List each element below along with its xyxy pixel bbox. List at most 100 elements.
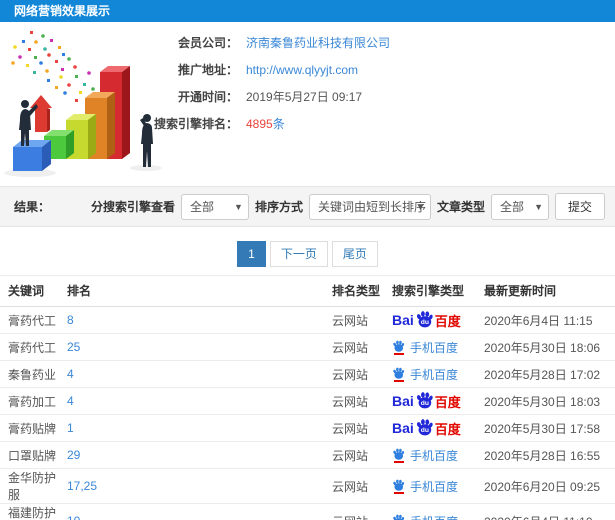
update-time-cell: 2020年5月28日 17:02 [484,360,615,388]
keyword-cell: 秦鲁药业 [0,360,67,388]
pagination: 1 下一页 尾页 [0,241,615,267]
article-type-select[interactable]: 全部 ▼ [490,193,549,220]
update-time-cell: 2020年5月30日 18:03 [484,387,615,415]
engine-filter-select[interactable]: 全部 ▼ [180,193,249,220]
rank-link[interactable]: 4 [67,367,74,381]
baidu-paw-icon [392,340,405,355]
table-row: 福建防护服 10 云网站 手机百度 2020年6月4日 11:10 [0,503,615,520]
rank-link[interactable]: 29 [67,448,80,462]
table-row: 金华防护服 17,25 云网站 手机百度 2020年6月20日 09:25 [0,468,615,504]
engine-cell: Bai du 百度 [392,306,484,334]
baidu-mobile-logo[interactable]: 手机百度 [392,366,458,383]
rank-link[interactable]: 10 [67,514,80,520]
baidu-paw-icon [392,448,405,463]
baidu-mobile-logo[interactable]: 手机百度 [392,513,458,520]
next-page-button[interactable]: 下一页 [269,241,328,267]
keyword-cell: 口罩贴牌 [0,441,67,469]
article-type-value: 全部 [499,199,524,214]
submit-button[interactable]: 提交 [554,193,605,220]
baidu-du-text: du [421,400,429,407]
baidu-paw-icon: du [416,419,433,436]
baidu-mobile-label: 手机百度 [410,340,459,355]
chevron-down-icon: ▼ [416,201,425,212]
table-row: 膏药代工 8 云网站 Bai du 百度 2020年6月4日 11:15 [0,306,615,334]
baidu-pc-logo[interactable]: Bai du 百度 [392,311,461,330]
header-keyword: 关键词 [0,275,67,307]
baidu-red-underline [393,460,404,463]
rank-type-cell: 云网站 [332,441,392,469]
table-row: 膏药贴牌 1 云网站 Bai du 百度 2020年5月30日 17:58 [0,414,615,442]
update-time-cell: 2020年6月4日 11:15 [484,306,615,334]
header-engine-type: 搜索引擎类型 [392,275,484,307]
engine-filter-value: 全部 [189,199,214,214]
baidu-mobile-label: 手机百度 [410,479,459,494]
sort-select[interactable]: 关键词由短到长排序 ▼ [308,193,431,220]
baidu-cn-text: 百度 [434,421,461,437]
baidu-bai-text: Bai [392,420,414,436]
rank-cell: 17,25 [67,468,332,504]
update-time-cell: 2020年5月28日 16:55 [484,441,615,469]
rank-cell: 4 [67,387,332,415]
rank-cell: 10 [67,503,332,520]
table-row: 口罩贴牌 29 云网站 手机百度 2020年5月28日 16:55 [0,441,615,469]
rank-cell: 8 [67,306,332,334]
info-section: 会员公司： 济南秦鲁药业科技有限公司 推广地址： http://www.qlyy… [0,22,615,186]
chevron-down-icon: ▼ [534,201,543,212]
engine-rank-count: 4895 [246,117,273,131]
engine-rank-unit: 条 [272,117,285,131]
keyword-cell: 膏药贴牌 [0,414,67,442]
baidu-red-underline [393,352,404,355]
keyword-cell: 金华防护服 [0,468,67,504]
baidu-du-text: du [421,427,429,434]
filter-controls: 分搜索引擎查看 全部 ▼ 排序方式 关键词由短到长排序 ▼ 文章类型 全部 ▼ … [91,193,605,220]
engine-cell: 手机百度 [392,441,484,469]
update-time-cell: 2020年5月30日 18:06 [484,333,615,361]
engine-cell: 手机百度 [392,503,484,520]
article-type-label: 文章类型 [436,200,485,214]
growth-chart-clipart [4,31,162,177]
keyword-cell: 膏药代工 [0,306,67,334]
rank-type-cell: 云网站 [332,468,392,504]
bar-blue-cube [13,140,51,171]
update-time-cell: 2020年6月4日 11:10 [484,503,615,520]
baidu-paw-icon [392,367,405,382]
rank-type-cell: 云网站 [332,503,392,520]
company-name-link[interactable]: 济南秦鲁药业科技有限公司 [246,35,390,52]
table-row: 膏药加工 4 云网站 Bai du 百度 2020年5月30日 18:03 [0,387,615,415]
rank-link[interactable]: 8 [67,313,74,327]
baidu-bai-text: Bai [392,312,414,328]
baidu-paw-icon: du [416,311,433,328]
keyword-cell: 膏药加工 [0,387,67,415]
header-update-time: 最新更新时间 [484,275,615,307]
baidu-mobile-label: 手机百度 [410,367,459,382]
rank-link[interactable]: 17,25 [67,479,97,493]
table-row: 秦鲁药业 4 云网站 手机百度 2020年5月28日 17:02 [0,360,615,388]
rank-link[interactable]: 1 [67,421,74,435]
filter-bar: 结果： 分搜索引擎查看 全部 ▼ 排序方式 关键词由短到长排序 ▼ 文章类型 全… [0,186,615,227]
baidu-mobile-logo[interactable]: 手机百度 [392,447,458,464]
baidu-pc-logo[interactable]: Bai du 百度 [392,419,461,438]
rank-link[interactable]: 4 [67,394,74,408]
engine-cell: 手机百度 [392,360,484,388]
update-time-cell: 2020年5月30日 17:58 [484,414,615,442]
header-rank: 排名 [67,275,332,307]
baidu-paw-icon: du [416,392,433,409]
engine-cell: Bai du 百度 [392,414,484,442]
baidu-mobile-logo[interactable]: 手机百度 [392,478,458,495]
chevron-down-icon: ▼ [234,201,243,212]
last-page-button[interactable]: 尾页 [331,241,378,267]
sort-label: 排序方式 [254,200,303,214]
page-1-button[interactable]: 1 [237,241,266,267]
promo-url-link[interactable]: http://www.qlyyjt.com [246,62,358,79]
engine-cell: Bai du 百度 [392,387,484,415]
rank-type-cell: 云网站 [332,306,392,334]
keyword-cell: 福建防护服 [0,503,67,520]
rank-type-cell: 云网站 [332,414,392,442]
baidu-pc-logo[interactable]: Bai du 百度 [392,392,461,411]
table-header-row: 关键词 排名 排名类型 搜索引擎类型 最新更新时间 [0,275,615,307]
header-rank-type: 排名类型 [332,275,392,307]
baidu-cn-text: 百度 [434,394,461,410]
engine-filter-label: 分搜索引擎查看 [90,200,175,214]
rank-link[interactable]: 25 [67,340,80,354]
baidu-mobile-logo[interactable]: 手机百度 [392,339,458,356]
